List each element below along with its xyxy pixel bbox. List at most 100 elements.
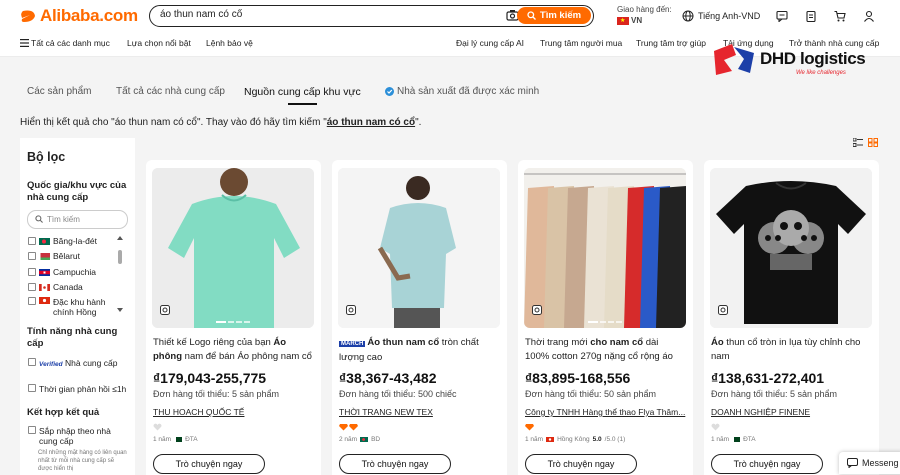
features-filter-title: Tính năng nhà cung cấp	[27, 326, 118, 349]
messenger-widget[interactable]: Messeng	[839, 452, 900, 474]
grid-view-icon[interactable]	[868, 138, 878, 147]
search-icon	[527, 11, 536, 20]
language-selector[interactable]: Tiếng Anh-VND	[682, 10, 760, 22]
canada-flag-icon	[39, 283, 50, 291]
user-icon[interactable]	[863, 9, 875, 22]
hongkong-flag-icon	[546, 437, 555, 442]
product-image[interactable]	[152, 168, 314, 328]
all-categories-menu[interactable]: Tất cả các danh mục	[20, 38, 110, 48]
supplier-name[interactable]: THU HOACH QUỐC TẾ	[153, 407, 244, 417]
product-price: ₫83,895-168,556	[525, 370, 631, 386]
chat-now-button[interactable]: Trò chuyện ngay	[711, 454, 823, 474]
search-notice: Hiển thị kết quả cho "áo thun nam có cổ"…	[20, 117, 421, 128]
search-bar: Tìm kiếm	[149, 5, 594, 27]
nav-help-center[interactable]: Trung tâm trợ giúp	[636, 38, 706, 48]
product-card[interactable]: Thời trang mới cho nam cổ dài 100% cotto…	[518, 160, 693, 475]
supplier-name[interactable]: Công ty TNHH Hàng thể thao Flya Thâm...	[525, 407, 685, 417]
product-card[interactable]: MARCH Áo thun nam cổ tròn chất lượng cao …	[332, 160, 507, 475]
product-title[interactable]: Thời trang mới cho nam cổ dài 100% cotto…	[525, 336, 685, 364]
country-label: Đặc khu hành chính Hồng	[53, 297, 106, 317]
chat-now-button[interactable]: Trò chuyện ngay	[525, 454, 637, 474]
product-card[interactable]: Áo thun cổ tròn in lụa tùy chỉnh cho nam…	[704, 160, 879, 475]
ship-to[interactable]: Giao hàng đến: VN	[617, 4, 672, 27]
nav-protection[interactable]: Lệnh bảo vệ	[206, 38, 253, 48]
orders-icon[interactable]	[805, 9, 817, 23]
checkbox[interactable]	[28, 237, 36, 245]
verified-label: Nhà cung cấp	[64, 358, 118, 368]
min-order: Đơn hàng tối thiểu: 5 sản phẩm	[711, 389, 837, 399]
tab-verified-manufacturers[interactable]: Nhà sản xuất đã được xác minh	[385, 86, 539, 97]
pakistan-flag-icon	[174, 437, 183, 442]
message-icon[interactable]	[776, 9, 788, 23]
country-list-scrollbar[interactable]	[117, 236, 123, 312]
diamond-badge-icon	[339, 424, 358, 431]
region-filter-title: Quốc gia/khu vực của nhà cung cấp	[27, 180, 127, 203]
pakistan-flag-icon	[732, 437, 741, 442]
verified-globe-icon	[385, 87, 394, 96]
product-image[interactable]	[710, 168, 872, 328]
image-carousel-dots[interactable]	[588, 321, 622, 323]
response-time-option[interactable]: Thời gian phản hồi ≤1h	[28, 384, 128, 394]
cart-icon[interactable]	[834, 9, 846, 22]
image-search-icon[interactable]	[160, 305, 170, 315]
combine-by-supplier-option[interactable]: Sắp nhập theo nhà cung cấp	[28, 426, 128, 446]
favorite-heart-icon[interactable]	[153, 423, 162, 431]
product-image[interactable]	[338, 168, 500, 328]
notice-link[interactable]: áo thun nam có cổ	[327, 117, 415, 128]
image-carousel-dots[interactable]	[216, 321, 250, 323]
response-time-label: Thời gian phản hồi ≤1h	[39, 384, 127, 394]
region-search-input[interactable]: Tìm kiếm	[27, 210, 128, 229]
tab-products[interactable]: Các sản phẩm	[27, 86, 91, 97]
checkbox[interactable]	[28, 358, 36, 366]
product-card[interactable]: Thiết kế Logo riêng của bạn Áo phông nam…	[146, 160, 321, 475]
supplier-name[interactable]: DOANH NGHIỆP FINENE	[711, 407, 810, 417]
search-button[interactable]: Tìm kiếm	[517, 7, 591, 24]
supplier-meta: 2 năm BD	[339, 436, 381, 443]
country-option-belarus[interactable]: Bêlarut	[28, 251, 80, 261]
supplier-name[interactable]: THỜI TRANG NEW TEX	[339, 407, 433, 417]
product-title[interactable]: Thiết kế Logo riêng của bạn Áo phông nam…	[153, 336, 313, 364]
checkbox[interactable]	[28, 252, 36, 260]
chat-now-button[interactable]: Trò chuyện ngay	[339, 454, 451, 474]
bangladesh-flag-icon	[360, 437, 369, 442]
tab-regional-sourcing[interactable]: Nguồn cung cấp khu vực	[244, 86, 361, 105]
nav-ai-agent[interactable]: Đại lý cung cấp AI	[456, 38, 524, 48]
image-search-icon[interactable]	[718, 305, 728, 315]
image-search-icon[interactable]	[532, 305, 542, 315]
product-price: ₫38,367-43,482	[339, 370, 437, 386]
image-search-icon[interactable]	[346, 305, 356, 315]
country-option-canada[interactable]: Canada	[28, 282, 83, 292]
verified-badge: Verified	[39, 361, 63, 368]
dhd-logo-icon	[714, 44, 754, 75]
product-image[interactable]	[524, 168, 686, 328]
checkbox[interactable]	[28, 283, 36, 291]
combine-results-title: Kết hợp kết quả	[27, 407, 100, 418]
combine-note: Chỉ những mặt hàng có liên quan nhất từ …	[38, 450, 127, 472]
country-option-cambodia[interactable]: Campuchia	[28, 267, 96, 277]
checkbox[interactable]	[28, 297, 36, 305]
region-search-placeholder: Tìm kiếm	[47, 215, 80, 224]
search-icon	[35, 215, 43, 223]
favorite-heart-icon[interactable]	[711, 423, 720, 431]
alibaba-logo[interactable]: Alibaba.com	[20, 6, 138, 26]
product-price: ₫138,631-272,401	[711, 370, 825, 386]
verified-supplier-option[interactable]: Verified Nhà cung cấp	[28, 358, 128, 370]
belarus-flag-icon	[39, 252, 50, 260]
checkbox[interactable]	[28, 426, 36, 434]
promo-badge: MARCH	[339, 341, 366, 347]
product-title[interactable]: MARCH Áo thun nam cổ tròn chất lượng cao	[339, 336, 499, 364]
tab-all-suppliers[interactable]: Tất cả các nhà cung cấp	[116, 86, 225, 97]
product-title[interactable]: Áo thun cổ tròn in lụa tùy chỉnh cho nam	[711, 336, 871, 364]
nav-buyer-center[interactable]: Trung tâm người mua	[540, 38, 622, 48]
checkbox[interactable]	[28, 268, 36, 276]
list-view-icon[interactable]	[853, 138, 863, 147]
checkbox[interactable]	[28, 384, 36, 392]
product-price: ₫179,043-255,775	[153, 370, 267, 386]
country-option-hongkong[interactable]: Đặc khu hành chính Hồng	[28, 297, 113, 317]
chat-now-button[interactable]: Trò chuyện ngay	[153, 454, 265, 474]
search-input[interactable]	[160, 9, 490, 20]
min-order: Đơn hàng tối thiểu: 5 sản phẩm	[153, 389, 279, 399]
country-option-bangladesh[interactable]: Băng-la-đét	[28, 236, 97, 246]
notice-suffix: ".	[415, 117, 422, 128]
nav-featured[interactable]: Lựa chọn nổi bật	[127, 38, 191, 48]
